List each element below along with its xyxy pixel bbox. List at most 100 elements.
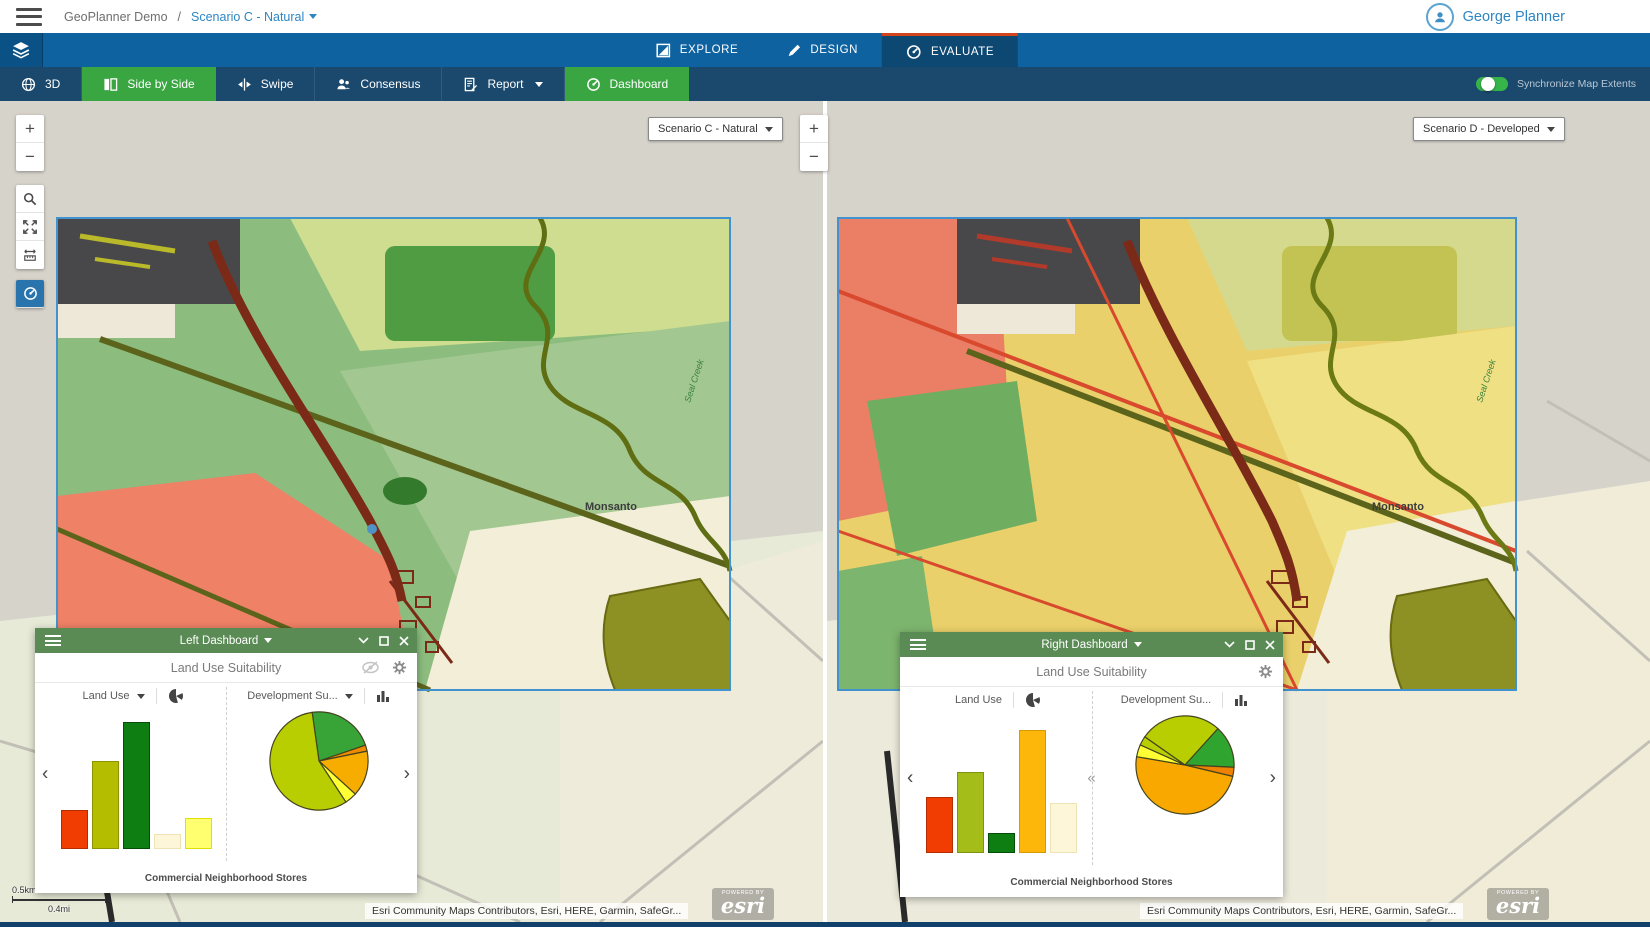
bar-chart-icon[interactable] bbox=[1234, 693, 1249, 707]
left-map-tools bbox=[16, 185, 44, 269]
chevron-down-icon bbox=[765, 127, 773, 132]
maximize-icon[interactable] bbox=[1245, 640, 1255, 650]
side-by-side-button[interactable]: Side by Side bbox=[82, 67, 215, 101]
app-title: GeoPlanner Demo bbox=[64, 10, 168, 24]
scenario-breadcrumb-dropdown[interactable]: Scenario C - Natural bbox=[191, 10, 317, 24]
chevron-down-icon[interactable] bbox=[345, 694, 353, 699]
carousel-next-button[interactable]: › bbox=[404, 765, 410, 784]
left-zoom-controls: + − bbox=[16, 115, 44, 171]
chart-caption: Commercial Neighborhood Stores bbox=[35, 873, 417, 884]
tab-evaluate[interactable]: EVALUATE bbox=[882, 33, 1018, 67]
chart-caption: Commercial Neighborhood Stores bbox=[900, 877, 1283, 888]
zoom-out-button[interactable]: − bbox=[16, 143, 44, 171]
chevron-down-icon bbox=[1547, 127, 1555, 132]
hamburger-menu-icon[interactable] bbox=[16, 8, 42, 26]
bar-yellow-green[interactable] bbox=[92, 761, 119, 849]
esri-logo[interactable]: POWERED BY esri bbox=[1487, 888, 1549, 920]
consensus-button[interactable]: Consensus bbox=[315, 67, 442, 101]
zoom-in-button[interactable]: + bbox=[800, 115, 828, 143]
evaluate-toolbar: 3D Side by Side Swipe Consensus Repo bbox=[0, 67, 1650, 101]
sync-toggle[interactable] bbox=[1476, 77, 1508, 91]
synchronize-map-extents-control: Synchronize Map Extents bbox=[1476, 67, 1636, 101]
collapse-icon[interactable] bbox=[358, 637, 369, 644]
bottom-strip bbox=[0, 922, 1650, 927]
chevron-down-icon bbox=[535, 82, 543, 87]
bar-yellow[interactable] bbox=[185, 818, 212, 849]
dashboard-toggle-button[interactable] bbox=[16, 280, 44, 308]
close-icon[interactable] bbox=[399, 636, 409, 646]
gauge-icon bbox=[906, 44, 922, 60]
people-icon bbox=[336, 77, 351, 92]
right-zoom-controls: + − bbox=[800, 115, 828, 171]
land-use-chart-panel: Land Use bbox=[905, 687, 1091, 869]
measure-button[interactable] bbox=[16, 241, 44, 269]
dashboard-menu-icon[interactable] bbox=[910, 639, 926, 650]
tab-explore[interactable]: EXPLORE bbox=[632, 33, 763, 67]
right-scenario-selector[interactable]: Scenario D - Developed bbox=[1413, 117, 1565, 141]
layers-icon bbox=[12, 41, 30, 59]
bar-dark-green[interactable] bbox=[988, 833, 1015, 853]
bar-chart-icon[interactable] bbox=[376, 689, 391, 703]
left-land-use-bar-chart bbox=[60, 709, 212, 849]
bar-dark-green[interactable] bbox=[123, 722, 150, 849]
tab-design[interactable]: DESIGN bbox=[762, 33, 882, 67]
left-scenario-selector[interactable]: Scenario C - Natural bbox=[648, 117, 783, 141]
pie-chart-icon[interactable] bbox=[168, 688, 184, 704]
swipe-icon bbox=[237, 77, 252, 92]
left-attribution: Esri Community Maps Contributors, Esri, … bbox=[365, 903, 688, 919]
geoplanner-app: { "topbar": { "app_title": "GeoPlanner D… bbox=[0, 0, 1650, 927]
esri-logo[interactable]: POWERED BY esri bbox=[712, 888, 774, 920]
close-icon[interactable] bbox=[1265, 640, 1275, 650]
carousel-next-button[interactable]: › bbox=[1270, 769, 1276, 788]
right-map[interactable]: Monsanto Seal Creek Scenario D - Develop… bbox=[827, 101, 1650, 922]
explore-icon bbox=[656, 43, 671, 58]
left-dashboard-title: Left Dashboard bbox=[180, 635, 259, 647]
bar-amber[interactable] bbox=[1019, 730, 1046, 853]
user-name: George Planner bbox=[1463, 9, 1565, 25]
bar-yellow-green[interactable] bbox=[957, 772, 984, 853]
bar-pale-cream[interactable] bbox=[1050, 803, 1077, 853]
panel-label: Development Su... bbox=[1121, 694, 1212, 706]
right-land-use-bar-chart bbox=[925, 713, 1077, 853]
measure-icon bbox=[23, 248, 37, 262]
bar-red[interactable] bbox=[61, 810, 88, 849]
zoom-in-button[interactable]: + bbox=[16, 115, 44, 143]
left-dashboard-header[interactable]: Left Dashboard bbox=[35, 628, 417, 653]
gear-icon[interactable] bbox=[392, 660, 407, 675]
pie-chart-icon[interactable] bbox=[1025, 692, 1041, 708]
3d-button[interactable]: 3D bbox=[0, 67, 82, 101]
full-extent-button[interactable] bbox=[16, 213, 44, 241]
search-icon bbox=[23, 192, 37, 206]
search-button[interactable] bbox=[16, 185, 44, 213]
user-menu[interactable]: George Planner bbox=[1426, 0, 1565, 33]
dashboard-menu-icon[interactable] bbox=[45, 635, 61, 646]
left-map[interactable]: Monsanto Seal Creek Scenario C - Natural… bbox=[0, 101, 823, 922]
swipe-button[interactable]: Swipe bbox=[216, 67, 316, 101]
chevron-down-icon bbox=[309, 14, 317, 19]
right-development-suitability-pie-chart bbox=[1131, 711, 1239, 819]
right-dashboard-header[interactable]: Right Dashboard bbox=[900, 632, 1283, 657]
map-label-monsanto: Monsanto bbox=[1372, 501, 1424, 513]
collapse-icon[interactable] bbox=[1224, 641, 1235, 648]
visibility-icon[interactable] bbox=[362, 661, 379, 674]
right-dashboard-title: Right Dashboard bbox=[1041, 639, 1127, 651]
report-button[interactable]: Report bbox=[442, 67, 564, 101]
maximize-icon[interactable] bbox=[379, 636, 389, 646]
primary-nav-bar: EXPLORE DESIGN EVALUATE bbox=[0, 33, 1650, 67]
bar-red[interactable] bbox=[926, 797, 953, 853]
report-icon bbox=[463, 77, 478, 92]
gear-icon[interactable] bbox=[1258, 664, 1273, 679]
left-dashboard-subtitle: Land Use Suitability bbox=[171, 661, 281, 675]
chevron-down-icon[interactable] bbox=[264, 638, 272, 643]
chevron-down-icon[interactable] bbox=[137, 694, 145, 699]
dashboard-gauge-icon bbox=[586, 77, 601, 92]
right-dashboard-subtitle: Land Use Suitability bbox=[1036, 665, 1146, 679]
avatar bbox=[1426, 3, 1454, 31]
side-by-side-icon bbox=[103, 77, 118, 92]
layers-button[interactable] bbox=[0, 33, 43, 67]
left-dashboard-panel: Left Dashboard Land Use Suitability bbox=[35, 628, 417, 893]
bar-pale-cream[interactable] bbox=[154, 834, 181, 849]
zoom-out-button[interactable]: − bbox=[800, 143, 828, 171]
dashboard-button[interactable]: Dashboard bbox=[565, 67, 690, 101]
chevron-down-icon[interactable] bbox=[1134, 642, 1142, 647]
